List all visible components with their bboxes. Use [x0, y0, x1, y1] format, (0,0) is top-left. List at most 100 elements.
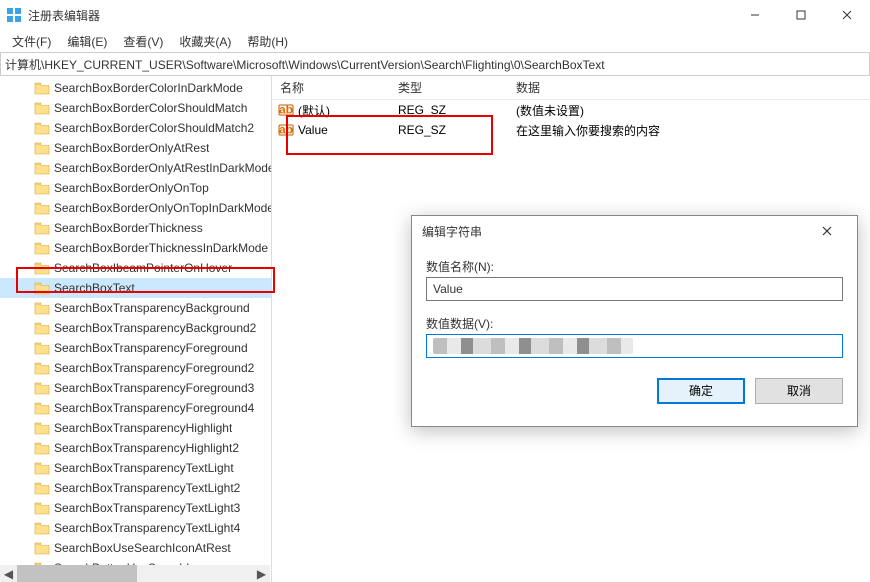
- folder-icon: [34, 101, 50, 115]
- tree-item-label: SearchBoxIbeamPointerOnHover: [54, 261, 232, 275]
- value-data-label: 数值数据(V):: [426, 315, 843, 332]
- tree-item[interactable]: ▸SearchBoxTransparencyBackground: [0, 298, 271, 318]
- tree-item-label: SearchBoxTransparencyHighlight: [54, 421, 232, 435]
- value-type: REG_SZ: [390, 123, 508, 137]
- tree-item[interactable]: ▸SearchBoxUseSearchIconAtRest: [0, 538, 271, 558]
- tree-item-label: SearchBoxTransparencyTextLight2: [54, 481, 240, 495]
- value-data-input[interactable]: [426, 334, 843, 358]
- value-data: 在这里输入你要搜索的内容: [508, 122, 870, 139]
- tree-item[interactable]: ▸SearchBoxBorderOnlyOnTopInDarkMode: [0, 198, 271, 218]
- tree-item-label: SearchBoxTransparencyForeground4: [54, 401, 254, 415]
- tree-item-label: SearchBoxBorderColorShouldMatch2: [54, 121, 254, 135]
- folder-icon: [34, 241, 50, 255]
- tree-item-label: SearchBoxText: [54, 281, 135, 295]
- folder-icon: [34, 481, 50, 495]
- cancel-button[interactable]: 取消: [755, 378, 843, 404]
- tree-item[interactable]: ▸SearchBoxBorderThickness: [0, 218, 271, 238]
- tree-item[interactable]: ▸SearchBoxBorderColorShouldMatch2: [0, 118, 271, 138]
- value-name: (默认): [298, 102, 330, 119]
- minimize-button[interactable]: [732, 0, 778, 30]
- menu-edit[interactable]: 编辑(E): [59, 31, 115, 52]
- col-data[interactable]: 数据: [508, 79, 870, 96]
- maximize-button[interactable]: [778, 0, 824, 30]
- tree-item-label: SearchBoxTransparencyTextLight4: [54, 521, 240, 535]
- tree-item[interactable]: ▸SearchBoxTransparencyBackground2: [0, 318, 271, 338]
- value-name: Value: [298, 123, 328, 137]
- address-bar[interactable]: 计算机\HKEY_CURRENT_USER\Software\Microsoft…: [0, 52, 870, 76]
- value-row[interactable]: ab Value REG_SZ在这里输入你要搜索的内容: [272, 120, 870, 140]
- dialog-close-button[interactable]: [807, 216, 847, 246]
- value-type: REG_SZ: [390, 103, 508, 117]
- folder-icon: [34, 221, 50, 235]
- tree-item[interactable]: ▸SearchBoxTransparencyTextLight: [0, 458, 271, 478]
- value-data: (数值未设置): [508, 102, 870, 119]
- title-bar: 注册表编辑器: [0, 0, 870, 30]
- menu-help[interactable]: 帮助(H): [239, 31, 296, 52]
- folder-icon: [34, 261, 50, 275]
- tree-item-label: SearchBoxTransparencyBackground2: [54, 321, 256, 335]
- tree-pane[interactable]: ▸SearchBoxBorderColorInDarkMode▸SearchBo…: [0, 76, 272, 582]
- folder-icon: [34, 201, 50, 215]
- tree-item-label: SearchBoxBorderColorShouldMatch: [54, 101, 247, 115]
- tree-item[interactable]: ▸SearchBoxTransparencyForeground2: [0, 358, 271, 378]
- tree-item-label: SearchBoxBorderOnlyOnTop: [54, 181, 209, 195]
- string-value-icon: ab: [278, 103, 294, 117]
- tree-item-label: SearchBoxTransparencyForeground3: [54, 381, 254, 395]
- tree-item[interactable]: ▸SearchBoxText: [0, 278, 271, 298]
- col-name[interactable]: 名称: [272, 79, 390, 96]
- tree-item[interactable]: ▸SearchBoxTransparencyForeground: [0, 338, 271, 358]
- regedit-icon: [6, 7, 22, 23]
- menu-view[interactable]: 查看(V): [115, 31, 171, 52]
- tree-item-label: SearchBoxBorderOnlyAtRestInDarkMode: [54, 161, 271, 175]
- tree-item[interactable]: ▸SearchBoxBorderThicknessInDarkMode: [0, 238, 271, 258]
- tree-item[interactable]: ▸SearchBoxTransparencyHighlight2: [0, 438, 271, 458]
- scroll-right-icon[interactable]: ▶: [253, 565, 270, 582]
- window-controls: [732, 0, 870, 30]
- folder-icon: [34, 501, 50, 515]
- col-type[interactable]: 类型: [390, 79, 508, 96]
- tree-item[interactable]: ▸SearchBoxBorderOnlyAtRestInDarkMode: [0, 158, 271, 178]
- tree-item-label: SearchBoxBorderOnlyAtRest: [54, 141, 209, 155]
- value-name-label: 数值名称(N):: [426, 258, 843, 275]
- menu-file[interactable]: 文件(F): [4, 31, 59, 52]
- value-row[interactable]: ab (默认) REG_SZ(数值未设置): [272, 100, 870, 120]
- menu-favorites[interactable]: 收藏夹(A): [171, 31, 239, 52]
- tree-item[interactable]: ▸SearchBoxBorderOnlyAtRest: [0, 138, 271, 158]
- tree-item[interactable]: ▸SearchBoxTransparencyTextLight3: [0, 498, 271, 518]
- dialog-title: 编辑字符串: [422, 223, 482, 240]
- folder-icon: [34, 81, 50, 95]
- folder-icon: [34, 401, 50, 415]
- tree-item-label: SearchBoxTransparencyBackground: [54, 301, 250, 315]
- ok-button[interactable]: 确定: [657, 378, 745, 404]
- svg-text:ab: ab: [279, 103, 293, 117]
- svg-text:ab: ab: [279, 123, 293, 137]
- folder-icon: [34, 141, 50, 155]
- tree-item-label: SearchBoxTransparencyForeground2: [54, 361, 254, 375]
- tree-item[interactable]: ▸SearchBoxBorderOnlyOnTop: [0, 178, 271, 198]
- tree-item-label: SearchBoxBorderThickness: [54, 221, 203, 235]
- tree-item-label: SearchBoxTransparencyHighlight2: [54, 441, 239, 455]
- tree-item[interactable]: ▸SearchBoxTransparencyTextLight2: [0, 478, 271, 498]
- tree-item[interactable]: ▸SearchBoxIbeamPointerOnHover: [0, 258, 271, 278]
- folder-icon: [34, 321, 50, 335]
- folder-icon: [34, 461, 50, 475]
- tree-item-label: SearchBoxTransparencyForeground: [54, 341, 248, 355]
- edit-string-dialog: 编辑字符串 数值名称(N): 数值数据(V): 确定 取消: [411, 215, 858, 427]
- scroll-left-icon[interactable]: ◀: [0, 565, 17, 582]
- tree-item[interactable]: ▸SearchBoxTransparencyForeground3: [0, 378, 271, 398]
- address-text: 计算机\HKEY_CURRENT_USER\Software\Microsoft…: [5, 56, 605, 73]
- tree-item[interactable]: ▸SearchBoxBorderColorInDarkMode: [0, 78, 271, 98]
- tree-item[interactable]: ▸SearchBoxTransparencyHighlight: [0, 418, 271, 438]
- value-data-redacted: [433, 338, 633, 354]
- tree-horizontal-scrollbar[interactable]: ◀ ▶: [0, 565, 270, 582]
- folder-icon: [34, 341, 50, 355]
- tree-item-label: SearchBoxUseSearchIconAtRest: [54, 541, 231, 555]
- folder-icon: [34, 181, 50, 195]
- tree-item-label: SearchBoxBorderThicknessInDarkMode: [54, 241, 268, 255]
- tree-item[interactable]: ▸SearchBoxTransparencyTextLight4: [0, 518, 271, 538]
- tree-item[interactable]: ▸SearchBoxBorderColorShouldMatch: [0, 98, 271, 118]
- folder-icon: [34, 281, 50, 295]
- value-name-input[interactable]: [426, 277, 843, 301]
- close-button[interactable]: [824, 0, 870, 30]
- tree-item[interactable]: ▸SearchBoxTransparencyForeground4: [0, 398, 271, 418]
